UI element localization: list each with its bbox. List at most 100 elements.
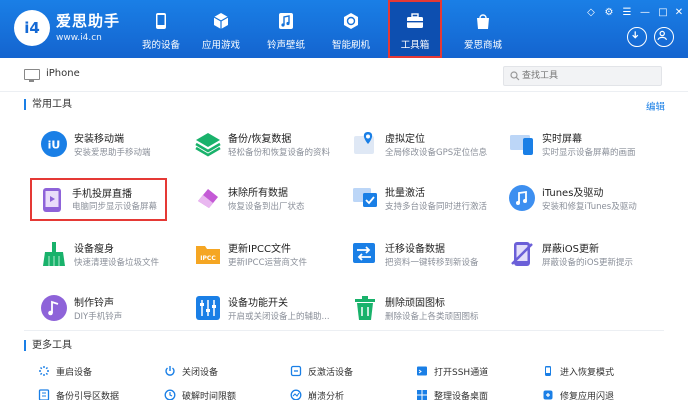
tool-title: 设备功能开关: [228, 298, 288, 309]
more-tool-fix-app-crash[interactable]: 修复应用闪退: [542, 388, 662, 400]
tool-delete-stubborn-icons[interactable]: 删除顽固图标 删除设备上各类顽固图标: [351, 288, 506, 332]
nav-label: 工具箱: [400, 40, 430, 51]
brand-url: www.i4.cn: [56, 33, 102, 43]
download-icon[interactable]: [627, 27, 647, 47]
more-tool-label: 进入恢复模式: [560, 368, 615, 378]
tool-desc: DIY手机铃声: [74, 312, 123, 322]
settings-icon[interactable]: ⚙: [602, 6, 616, 20]
nav-toolbox[interactable]: 工具箱: [388, 0, 442, 58]
user-avatar-icon[interactable]: [654, 27, 674, 47]
more-tool-recovery-mode[interactable]: 进入恢复模式: [542, 364, 662, 380]
layers-icon: [195, 133, 221, 157]
tool-desc: 删除设备上各类顽固图标: [385, 312, 479, 322]
nav-label: 铃声壁纸: [266, 40, 305, 51]
nav-smart-flash[interactable]: 智能刷机: [316, 0, 386, 58]
trash-icon: [355, 296, 375, 320]
top-bar: i4 爱思助手 www.i4.cn 我的设备 应用游戏 铃声壁纸 智能刷机 工具…: [0, 0, 688, 58]
tool-desc: 安装和修复iTunes及驱动: [542, 202, 637, 212]
tool-desc: 实时显示设备屏幕的画面: [542, 148, 636, 158]
tool-feature-switches[interactable]: 设备功能开关 开启或关闭设备上的辅助...: [194, 288, 349, 332]
boot-backup-icon: [38, 389, 50, 400]
i4-mobile-icon: iU: [41, 131, 67, 157]
more-tool-time-limit[interactable]: 破解时间限额: [164, 388, 284, 400]
tool-desc: 更新IPCC运营商文件: [228, 258, 308, 268]
tool-desc: 电脑同步显示设备屏幕: [72, 202, 158, 212]
svg-text:iU: iU: [48, 139, 61, 152]
switches-icon: [196, 296, 220, 320]
tool-update-ipcc[interactable]: IPCC 更新IPCC文件 更新IPCC运营商文件: [194, 234, 349, 278]
power-icon: [165, 366, 175, 376]
tool-install-mobile[interactable]: iU 安装移动端 安装爱思助手移动端: [40, 124, 195, 168]
transfer-icon: [353, 243, 375, 263]
more-tool-crash-analysis[interactable]: 崩溃分析: [290, 388, 410, 400]
tool-desc: 支持多台设备同时进行激活: [385, 202, 488, 212]
maximize-icon[interactable]: □: [656, 6, 670, 20]
tool-desc: 安装爱思助手移动端: [74, 148, 151, 158]
nav-label: 爱思商城: [463, 40, 502, 51]
brand: 爱思助手 www.i4.cn: [56, 10, 120, 43]
tool-make-ringtone[interactable]: 制作铃声 DIY手机铃声: [40, 288, 195, 332]
more-tool-shutdown[interactable]: 关闭设备: [164, 364, 284, 380]
nav-label: 应用游戏: [201, 40, 240, 51]
toolbox-icon: [407, 13, 423, 28]
deactivate-icon: [290, 365, 302, 377]
tool-desc: 全局修改设备GPS定位信息: [385, 148, 488, 158]
more-tool-backup-boot[interactable]: 备份引导区数据: [38, 388, 158, 400]
minimize-icon[interactable]: —: [638, 6, 652, 20]
tool-block-ios-update[interactable]: 屏蔽iOS更新 屏蔽设备的iOS更新提示: [508, 234, 663, 278]
menu-icon[interactable]: ☰: [620, 6, 634, 20]
section-more-tools: 更多工具: [24, 340, 72, 351]
tool-migrate-data[interactable]: 迁移设备数据 把资料一键转移到新设备: [351, 234, 506, 278]
search-box[interactable]: [503, 66, 662, 86]
tool-desc: 恢复设备到出厂状态: [228, 202, 305, 212]
tool-title: 更新IPCC文件: [228, 244, 291, 255]
clock-icon: [164, 389, 176, 400]
more-tool-open-ssh[interactable]: 打开SSH通道: [416, 364, 536, 380]
tool-erase-all[interactable]: 抹除所有数据 恢复设备到出厂状态: [194, 178, 349, 222]
tool-realtime-screen[interactable]: 实时屏幕 实时显示设备屏幕的画面: [508, 124, 663, 168]
more-tool-deactivate[interactable]: 反激活设备: [290, 364, 410, 380]
nav-label: 智能刷机: [331, 40, 370, 51]
tool-title: 批量激活: [385, 188, 425, 199]
section-common-tools: 常用工具: [24, 99, 72, 110]
recovery-icon: [545, 366, 551, 376]
tool-backup-restore[interactable]: 备份/恢复数据 轻松备份和恢复设备的资料: [194, 124, 349, 168]
phone-icon: [156, 13, 166, 29]
more-tool-organize-desktop[interactable]: 整理设备桌面: [416, 388, 536, 400]
more-tool-label: 备份引导区数据: [56, 392, 120, 400]
cube-icon: [213, 13, 229, 29]
ringtone-icon: [41, 295, 67, 321]
nav-shop[interactable]: 爱思商城: [448, 0, 518, 58]
shop-bag-icon: [477, 14, 489, 29]
tool-title: 制作铃声: [74, 298, 114, 309]
music-icon: [279, 13, 293, 29]
tool-desc: 开启或关闭设备上的辅助...: [228, 312, 330, 322]
brand-name: 爱思助手: [56, 12, 121, 30]
tool-desc: 轻松备份和恢复设备的资料: [228, 148, 331, 158]
tool-title: 安装移动端: [74, 134, 124, 145]
tool-desc: 屏蔽设备的iOS更新提示: [542, 258, 633, 268]
edit-link[interactable]: 编辑: [646, 99, 665, 113]
tool-title: 删除顽固图标: [385, 298, 445, 309]
tool-screen-cast[interactable]: 手机投屏直播 电脑同步显示设备屏幕: [30, 178, 167, 221]
broom-icon: [43, 242, 65, 266]
nav-apps-games[interactable]: 应用游戏: [186, 0, 256, 58]
tool-virtual-location[interactable]: 虚拟定位 全局修改设备GPS定位信息: [351, 124, 506, 168]
tool-batch-activate[interactable]: 批量激活 支持多台设备同时进行激活: [351, 178, 506, 222]
close-icon[interactable]: ✕: [672, 6, 686, 20]
device-name: iPhone: [46, 68, 80, 79]
tool-device-slim[interactable]: 设备瘦身 快速清理设备垃圾文件: [40, 234, 195, 278]
tool-desc: 快速清理设备垃圾文件: [74, 258, 160, 268]
skin-icon[interactable]: ◇: [584, 6, 598, 20]
tool-title: 设备瘦身: [74, 244, 114, 255]
search-input[interactable]: [522, 69, 652, 83]
tool-title: 迁移设备数据: [385, 244, 445, 255]
nav-ringtones-wallpapers[interactable]: 铃声壁纸: [251, 0, 321, 58]
more-tool-label: 整理设备桌面: [434, 392, 489, 400]
tool-title: 手机投屏直播: [72, 189, 132, 200]
more-tool-restart[interactable]: 重启设备: [38, 364, 158, 380]
tool-itunes-driver[interactable]: iTunes及驱动 安装和修复iTunes及驱动: [508, 178, 663, 222]
crash-icon: [290, 389, 302, 400]
more-tool-label: 反激活设备: [308, 368, 354, 378]
block-update-icon: [511, 242, 533, 266]
